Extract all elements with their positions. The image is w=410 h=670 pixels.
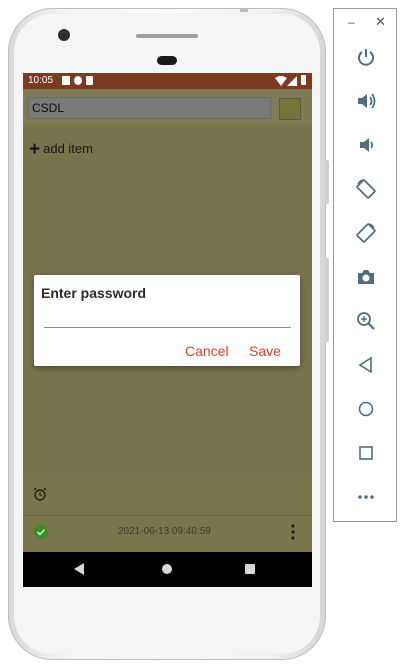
- dialog-title: Enter password: [41, 285, 147, 301]
- volume-down-icon[interactable]: [348, 127, 384, 163]
- camera-icon[interactable]: [348, 259, 384, 295]
- alarm-clock-icon[interactable]: [33, 487, 47, 501]
- overview-icon[interactable]: [348, 435, 384, 471]
- plus-icon: +: [29, 139, 41, 160]
- back-icon[interactable]: [348, 347, 384, 383]
- password-underline: [44, 327, 291, 328]
- earpiece-speaker: [136, 34, 198, 38]
- rotate-right-icon[interactable]: [348, 215, 384, 251]
- status-time: 10:05: [28, 75, 54, 86]
- password-dialog: Enter password Cancel Save: [34, 275, 300, 366]
- calendar-icon: [62, 76, 70, 85]
- battery-icon: [301, 75, 306, 85]
- zoom-icon[interactable]: [348, 303, 384, 339]
- home-icon[interactable]: [348, 391, 384, 427]
- side-power-button: [325, 160, 329, 204]
- nav-back-icon[interactable]: [74, 563, 85, 575]
- rotate-left-icon[interactable]: [348, 171, 384, 207]
- minimize-icon[interactable]: –: [348, 15, 355, 29]
- nav-recents-icon[interactable]: [245, 564, 255, 574]
- add-item-label: add item: [43, 141, 93, 156]
- phone-top-mark: [240, 9, 248, 12]
- more-vert-icon[interactable]: [291, 524, 295, 540]
- proximity-sensor: [157, 56, 177, 65]
- list-title-input[interactable]: CSDL: [28, 97, 271, 119]
- reminder-row[interactable]: [23, 476, 312, 515]
- wifi-icon: [275, 76, 287, 86]
- save-button[interactable]: Save: [249, 343, 281, 359]
- app-notification-icon: [74, 76, 82, 85]
- nav-home-icon[interactable]: [162, 564, 172, 574]
- cancel-button[interactable]: Cancel: [185, 343, 229, 359]
- list-item[interactable]: 2021-06-13 09:40:59: [23, 516, 312, 551]
- app-top-bar: CSDL: [23, 89, 312, 124]
- power-icon[interactable]: [348, 39, 384, 75]
- item-timestamp: 2021-06-13 09:40:59: [118, 526, 211, 537]
- close-icon[interactable]: ✕: [375, 14, 386, 30]
- front-camera: [58, 29, 70, 41]
- password-input[interactable]: [44, 307, 291, 327]
- emulator-toolbar: – ✕: [333, 8, 397, 522]
- color-picker-button[interactable]: [279, 98, 301, 120]
- android-nav-bar: [23, 552, 312, 587]
- check-circle-icon[interactable]: [34, 525, 48, 539]
- add-item-button[interactable]: + add item: [29, 137, 93, 160]
- device-screen: 10:05 CSDL + add item 2021-06-13 09:40:59: [23, 73, 312, 587]
- more-icon[interactable]: [348, 479, 384, 515]
- signal-icon: [287, 76, 297, 86]
- status-bar: 10:05: [23, 73, 312, 89]
- side-volume-button: [325, 258, 329, 342]
- sd-card-icon: [86, 76, 93, 85]
- volume-up-icon[interactable]: [348, 83, 384, 119]
